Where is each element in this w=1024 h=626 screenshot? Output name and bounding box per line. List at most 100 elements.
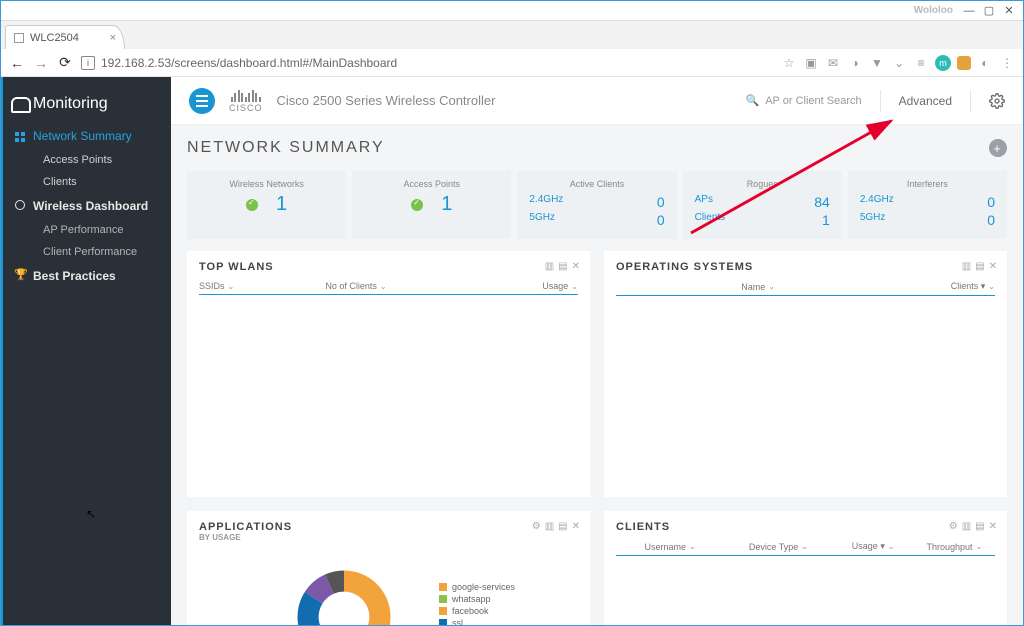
panel-settings-icon[interactable]: ⚙ [949,521,958,532]
panel-view-icon[interactable]: ▥ [962,521,971,532]
browser-toolbar: ← → ⟳ i 192.168.2.53/screens/dashboard.h… [1,49,1023,77]
add-widget-button[interactable]: + [989,139,1007,157]
sidebar: Monitoring Network Summary Access Points… [1,77,171,625]
stat-key: Clients [695,212,726,228]
extension-icon[interactable]: ◑ [847,55,863,71]
extension-icon[interactable]: ▼ [869,55,885,71]
panel-title: TOP WLANS [199,261,578,273]
divider [970,90,971,112]
panel-top-wlans: ▥ ▤ ✕ TOP WLANS SSIDs⌄ No of Clients⌄ Usag… [187,251,590,497]
bookmark-star-icon[interactable]: ☆ [781,55,797,71]
extension-avatar-icon[interactable]: m [935,55,951,71]
col-no-of-clients[interactable]: No of Clients⌄ [325,281,451,291]
menu-toggle-button[interactable] [189,88,215,114]
window-maximize-button[interactable]: ▢ [979,3,999,19]
chevron-down-icon: ⌄ [801,542,808,551]
sidebar-item-label: Network Summary [33,129,132,143]
tab-close-icon[interactable]: × [110,32,116,44]
window-titlebar: Wololoo — ▢ ✕ [1,1,1023,21]
extension-icon[interactable] [957,56,971,70]
col-username[interactable]: Username⌄ [616,541,724,552]
nav-reload-button[interactable]: ⟳ [57,54,73,71]
sidebar-item-clients[interactable]: Clients [3,171,171,193]
stat-card-interferers[interactable]: Interferers 2.4GHz0 5GHz0 [848,171,1007,239]
extension-icon[interactable]: ▣ [803,55,819,71]
panel-close-icon[interactable]: ✕ [989,261,997,272]
extension-icon[interactable]: ≡ [913,55,929,71]
col-device-type[interactable]: Device Type⌄ [724,541,832,552]
legend-swatch [439,595,447,603]
col-name[interactable]: Name⌄ [616,281,900,292]
sidebar-item-access-points[interactable]: Access Points [3,149,171,171]
sidebar-item-wireless-dashboard[interactable]: Wireless Dashboard [3,193,171,219]
panel-settings-icon[interactable]: ⚙ [532,521,541,532]
extension-icon[interactable]: ◐ [977,55,993,71]
panel-close-icon[interactable]: ✕ [572,521,580,532]
settings-gear-icon[interactable] [989,93,1005,109]
sidebar-heading: Monitoring [3,91,171,123]
panel-clients: ⚙▥▤✕ CLIENTS Username⌄ Device Type⌄ Usag… [604,511,1007,625]
panel-chart-icon[interactable]: ▤ [975,521,984,532]
chevron-down-icon: ⌄ [228,282,235,291]
trophy-icon: 🏆 [14,268,24,278]
browser-menu-icon[interactable]: ⋮ [999,55,1015,71]
panel-title: APPLICATIONSBY USAGE [199,521,578,542]
legend-swatch [439,619,447,625]
panel-title: OPERATING SYSTEMS [616,261,995,273]
legend-swatch [439,607,447,615]
search-icon: 🔍 [746,94,760,107]
col-usage[interactable]: Usage⌄ [452,281,578,291]
page-title: NETWORK SUMMARY [187,139,385,157]
browser-extensions: ☆ ▣ ✉ ◑ ▼ ⌄ ≡ m ◐ ⋮ [781,55,1015,71]
sidebar-item-ap-performance[interactable]: AP Performance [3,219,171,241]
stat-value: 1 [276,193,287,216]
sidebar-item-client-performance[interactable]: Client Performance [3,241,171,263]
stat-card-active-clients[interactable]: Active Clients 2.4GHz0 5GHz0 [517,171,676,239]
col-throughput[interactable]: Throughput⌄ [914,541,995,552]
window-watermark: Wololoo [914,5,953,16]
panel-view-icon[interactable]: ▥ [545,521,554,532]
stat-value: 0 [987,212,995,228]
search-box[interactable]: 🔍 AP or Client Search [746,94,862,107]
cisco-logo-text: CISCO [229,103,263,113]
panel-view-icon[interactable]: ▥ [545,261,554,272]
cisco-logo: CISCO [229,88,263,113]
stat-card-wireless-networks[interactable]: Wireless Networks 1 [187,171,346,239]
sidebar-item-best-practices[interactable]: 🏆 Best Practices [3,263,171,289]
main-content: CISCO Cisco 2500 Series Wireless Control… [171,77,1023,625]
stat-card-rogues[interactable]: Rogues APs84 Clients1 [683,171,842,239]
sidebar-item-network-summary[interactable]: Network Summary [3,123,171,149]
col-clients[interactable]: Clients ▾⌄ [900,281,995,292]
url-text: 192.168.2.53/screens/dashboard.html#/Mai… [101,56,397,70]
col-usage[interactable]: Usage ▾⌄ [833,541,914,552]
stat-label: Wireless Networks [197,179,336,189]
panel-close-icon[interactable]: ✕ [572,261,580,272]
panel-chart-icon[interactable]: ▤ [558,521,567,532]
nav-forward-button[interactable]: → [33,55,49,71]
advanced-link[interactable]: Advanced [899,94,952,108]
chevron-down-icon: ⌄ [689,542,696,551]
panel-close-icon[interactable]: ✕ [989,521,997,532]
stat-card-access-points[interactable]: Access Points 1 [352,171,511,239]
app-title: Cisco 2500 Series Wireless Controller [277,93,496,108]
browser-tab[interactable]: WLC2504 × [5,25,125,49]
window-close-button[interactable]: ✕ [999,3,1019,19]
legend-label: ssl [452,618,463,625]
site-info-icon[interactable]: i [81,56,95,70]
legend-item: facebook [439,606,515,616]
extension-pocket-icon[interactable]: ⌄ [891,55,907,71]
col-ssids[interactable]: SSIDs⌄ [199,281,325,291]
table-header: Username⌄ Device Type⌄ Usage ▾⌄ Throughp… [616,541,995,556]
panel-chart-icon[interactable]: ▤ [975,261,984,272]
extension-mail-icon[interactable]: ✉ [825,55,841,71]
stat-key: 5GHz [529,212,555,228]
legend-item: whatsapp [439,594,515,604]
nav-back-button[interactable]: ← [9,55,25,71]
browser-tabstrip: WLC2504 × [1,21,1023,49]
panel-view-icon[interactable]: ▥ [962,261,971,272]
address-bar[interactable]: i 192.168.2.53/screens/dashboard.html#/M… [81,56,773,70]
table-header: SSIDs⌄ No of Clients⌄ Usage⌄ [199,281,578,295]
window-minimize-button[interactable]: — [959,3,979,19]
stat-key: 5GHz [860,212,886,228]
panel-chart-icon[interactable]: ▤ [558,261,567,272]
